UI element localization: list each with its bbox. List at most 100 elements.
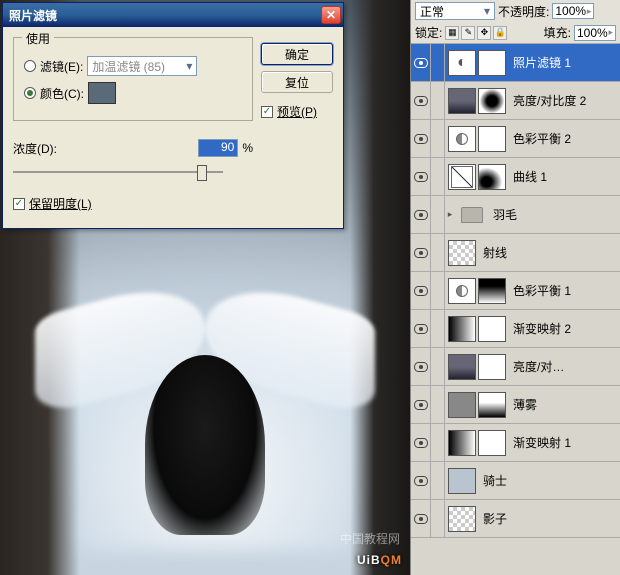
layer-row[interactable]: ▸ 羽毛 bbox=[411, 196, 620, 234]
layer-thumb[interactable] bbox=[448, 164, 476, 190]
link-column[interactable] bbox=[431, 462, 445, 499]
layer-thumb[interactable] bbox=[478, 354, 506, 380]
layer-thumb[interactable] bbox=[448, 392, 476, 418]
layer-thumb[interactable] bbox=[478, 430, 506, 456]
visibility-toggle[interactable] bbox=[411, 44, 431, 81]
layer-name[interactable]: 色彩平衡 1 bbox=[509, 282, 620, 299]
density-slider[interactable] bbox=[13, 163, 223, 181]
visibility-toggle[interactable] bbox=[411, 272, 431, 309]
layer-row[interactable]: 色彩平衡 1 bbox=[411, 272, 620, 310]
lock-transparency-icon[interactable]: ▦ bbox=[445, 26, 459, 40]
link-column[interactable] bbox=[431, 234, 445, 271]
layer-thumb[interactable] bbox=[478, 88, 506, 114]
layer-thumb[interactable] bbox=[448, 50, 476, 76]
opacity-input[interactable]: 100% bbox=[552, 3, 594, 19]
lock-all-icon[interactable]: 🔒 bbox=[493, 26, 507, 40]
color-radio[interactable] bbox=[24, 87, 36, 99]
layer-thumb[interactable] bbox=[448, 468, 476, 494]
density-input[interactable]: 90 bbox=[198, 139, 238, 157]
fill-input[interactable]: 100% bbox=[574, 25, 616, 41]
layer-thumb[interactable] bbox=[478, 126, 506, 152]
visibility-toggle[interactable] bbox=[411, 158, 431, 195]
slider-thumb[interactable] bbox=[197, 165, 207, 181]
layer-list[interactable]: 照片滤镜 1 亮度/对比度 2 色彩平衡 2 曲线 1 ▸ 羽毛射线色彩平衡 1 渐变映射 … bbox=[411, 44, 620, 575]
layer-name[interactable]: 亮度/对… bbox=[509, 358, 620, 375]
layer-row[interactable]: 渐变映射 2 bbox=[411, 310, 620, 348]
link-column[interactable] bbox=[431, 424, 445, 461]
layer-row[interactable]: 亮度/对… bbox=[411, 348, 620, 386]
layer-thumb[interactable] bbox=[478, 278, 506, 304]
preserve-luminosity-checkbox[interactable] bbox=[13, 198, 25, 210]
layer-row[interactable]: 骑士 bbox=[411, 462, 620, 500]
dialog-titlebar[interactable]: 照片滤镜 ✕ bbox=[3, 3, 343, 27]
ok-button[interactable]: 确定 bbox=[261, 43, 333, 65]
link-column[interactable] bbox=[431, 158, 445, 195]
layer-name[interactable]: 渐变映射 1 bbox=[509, 434, 620, 451]
layer-row[interactable]: 渐变映射 1 bbox=[411, 424, 620, 462]
layer-row[interactable]: 射线 bbox=[411, 234, 620, 272]
layer-name[interactable]: 色彩平衡 2 bbox=[509, 130, 620, 147]
layer-thumb[interactable] bbox=[458, 202, 486, 228]
layer-thumb[interactable] bbox=[478, 316, 506, 342]
layer-name[interactable]: 曲线 1 bbox=[509, 168, 620, 185]
layer-thumb[interactable] bbox=[448, 316, 476, 342]
layer-name[interactable]: 薄雾 bbox=[509, 396, 620, 413]
layer-name[interactable]: 影子 bbox=[479, 510, 620, 527]
close-button[interactable]: ✕ bbox=[321, 6, 341, 24]
layer-row[interactable]: 薄雾 bbox=[411, 386, 620, 424]
link-column[interactable] bbox=[431, 500, 445, 537]
layer-thumb[interactable] bbox=[448, 126, 476, 152]
layer-thumb[interactable] bbox=[478, 164, 506, 190]
layer-thumb[interactable] bbox=[448, 430, 476, 456]
visibility-toggle[interactable] bbox=[411, 196, 431, 233]
filter-select[interactable]: 加温滤镜 (85) bbox=[87, 56, 197, 76]
layer-name[interactable]: 照片滤镜 1 bbox=[509, 54, 620, 71]
visibility-toggle[interactable] bbox=[411, 386, 431, 423]
visibility-toggle[interactable] bbox=[411, 500, 431, 537]
layer-thumb[interactable] bbox=[448, 88, 476, 114]
eye-icon bbox=[414, 172, 428, 182]
blend-mode-select[interactable]: 正常 bbox=[415, 2, 495, 20]
lock-paint-icon[interactable]: ✎ bbox=[461, 26, 475, 40]
layer-name[interactable]: 羽毛 bbox=[489, 206, 620, 223]
link-column[interactable] bbox=[431, 196, 445, 233]
layer-thumb[interactable] bbox=[448, 278, 476, 304]
expand-icon[interactable]: ▸ bbox=[445, 209, 455, 220]
layer-thumb[interactable] bbox=[478, 392, 506, 418]
visibility-toggle[interactable] bbox=[411, 120, 431, 157]
link-column[interactable] bbox=[431, 310, 445, 347]
filter-radio[interactable] bbox=[24, 60, 36, 72]
layer-thumb[interactable] bbox=[448, 506, 476, 532]
layer-row[interactable]: 色彩平衡 2 bbox=[411, 120, 620, 158]
layer-row[interactable]: 影子 bbox=[411, 500, 620, 538]
eye-icon bbox=[414, 58, 428, 68]
reset-button[interactable]: 复位 bbox=[261, 71, 333, 93]
layer-name[interactable]: 骑士 bbox=[479, 472, 620, 489]
link-column[interactable] bbox=[431, 120, 445, 157]
link-column[interactable] bbox=[431, 44, 445, 81]
lock-move-icon[interactable]: ✥ bbox=[477, 26, 491, 40]
layer-name[interactable]: 渐变映射 2 bbox=[509, 320, 620, 337]
color-label: 颜色(C): bbox=[40, 85, 84, 102]
layer-row[interactable]: 照片滤镜 1 bbox=[411, 44, 620, 82]
layer-name[interactable]: 亮度/对比度 2 bbox=[509, 92, 620, 109]
visibility-toggle[interactable] bbox=[411, 234, 431, 271]
link-column[interactable] bbox=[431, 82, 445, 119]
layer-thumb[interactable] bbox=[478, 50, 506, 76]
visibility-toggle[interactable] bbox=[411, 310, 431, 347]
link-column[interactable] bbox=[431, 348, 445, 385]
link-column[interactable] bbox=[431, 272, 445, 309]
visibility-toggle[interactable] bbox=[411, 348, 431, 385]
layer-row[interactable]: 亮度/对比度 2 bbox=[411, 82, 620, 120]
layer-row[interactable]: 曲线 1 bbox=[411, 158, 620, 196]
visibility-toggle[interactable] bbox=[411, 462, 431, 499]
layer-thumb[interactable] bbox=[448, 240, 476, 266]
link-column[interactable] bbox=[431, 386, 445, 423]
visibility-toggle[interactable] bbox=[411, 424, 431, 461]
layer-name[interactable]: 射线 bbox=[479, 244, 620, 261]
color-swatch[interactable] bbox=[88, 82, 116, 104]
layer-thumb[interactable] bbox=[448, 354, 476, 380]
visibility-toggle[interactable] bbox=[411, 82, 431, 119]
watermark-sub: 中国教程网 bbox=[340, 530, 400, 547]
preview-checkbox[interactable] bbox=[261, 106, 273, 118]
